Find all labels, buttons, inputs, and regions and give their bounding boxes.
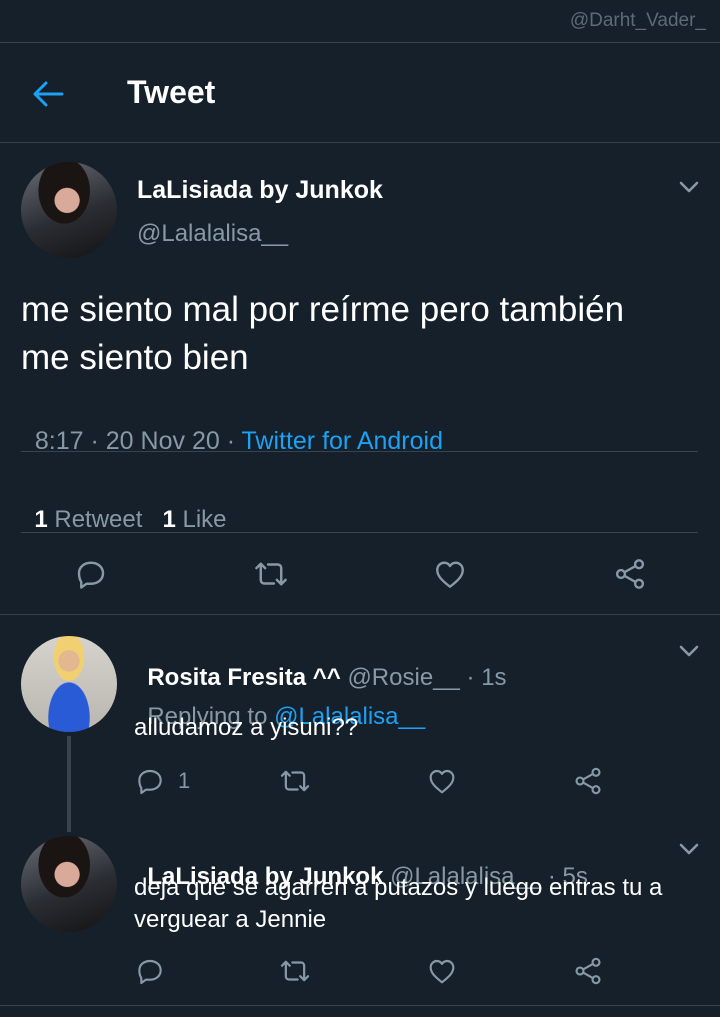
thread-line [67, 736, 71, 832]
back-arrow-icon [33, 81, 64, 107]
share-button[interactable] [612, 556, 648, 592]
header-divider [0, 142, 720, 143]
page-title: Tweet [127, 74, 216, 110]
retweet-button[interactable] [278, 955, 312, 987]
top-divider [0, 42, 720, 43]
divider [21, 451, 698, 452]
author-name[interactable]: LaLisiada by Junkok [137, 176, 383, 205]
tweet-menu-button[interactable] [676, 176, 702, 198]
divider [21, 532, 698, 533]
reply-text: deja que se agarren a putazos y luego en… [134, 872, 662, 936]
reply-text-line: verguear a Jennie [134, 906, 327, 933]
chevron-down-icon [679, 181, 699, 193]
retweet-button[interactable] [252, 556, 290, 592]
back-button[interactable] [30, 70, 70, 118]
reply-menu-button[interactable] [676, 640, 702, 662]
author-handle[interactable]: @Lalalalisa__ [137, 220, 288, 248]
retweet-count: 1 [34, 506, 48, 533]
tweet-text: me siento mal por reírme pero también me… [21, 286, 624, 382]
reply-button[interactable]: 1 [134, 765, 190, 797]
like-stat[interactable]: 1 Like [162, 506, 226, 533]
reply-menu-button[interactable] [676, 838, 702, 860]
retweet-label: Retweet [54, 506, 143, 533]
retweet-button[interactable] [278, 765, 312, 797]
like-button[interactable] [432, 556, 468, 592]
reply-button[interactable] [73, 556, 109, 592]
avatar[interactable] [21, 162, 117, 258]
reply-icon [138, 959, 162, 985]
reply-button[interactable] [134, 955, 166, 987]
like-icon [429, 959, 455, 984]
divider [0, 614, 720, 615]
share-icon [575, 957, 601, 985]
like-button[interactable] [426, 765, 458, 797]
like-label: Like [182, 506, 227, 533]
share-icon [575, 767, 601, 795]
like-icon [436, 561, 464, 588]
watermark: @Darht_Vader_ [569, 10, 706, 31]
tweet-text-line: me siento bien [21, 338, 249, 377]
chevron-down-icon [679, 645, 699, 657]
like-button[interactable] [426, 955, 458, 987]
tweet-stats: 1 Retweet 1 Like [21, 478, 226, 534]
tweet-text-line: me siento mal por reírme pero también [21, 290, 625, 329]
reply-icon [138, 769, 162, 795]
chevron-down-icon [679, 843, 699, 855]
like-icon [429, 769, 455, 794]
like-count: 1 [162, 506, 176, 533]
share-button[interactable] [572, 955, 604, 987]
reply-time: · 1s [459, 664, 507, 691]
retweet-icon [255, 562, 287, 586]
reply-count: 1 [178, 768, 191, 793]
share-button[interactable] [572, 765, 604, 797]
share-icon [615, 559, 645, 589]
reply-text-line: deja que se agarren a putazos y luego en… [134, 874, 663, 901]
avatar[interactable] [21, 836, 117, 932]
tweet-meta: 8:17 · 20 Nov 20 · Twitter for Android [21, 398, 443, 456]
reply-icon [77, 561, 105, 589]
divider [0, 1005, 720, 1006]
avatar[interactable] [21, 636, 117, 732]
reply-text: alludamoz a yisuni?? [134, 714, 359, 741]
retweet-icon [280, 770, 310, 792]
retweet-icon [280, 960, 310, 982]
retweet-stat[interactable]: 1 Retweet [34, 506, 142, 533]
